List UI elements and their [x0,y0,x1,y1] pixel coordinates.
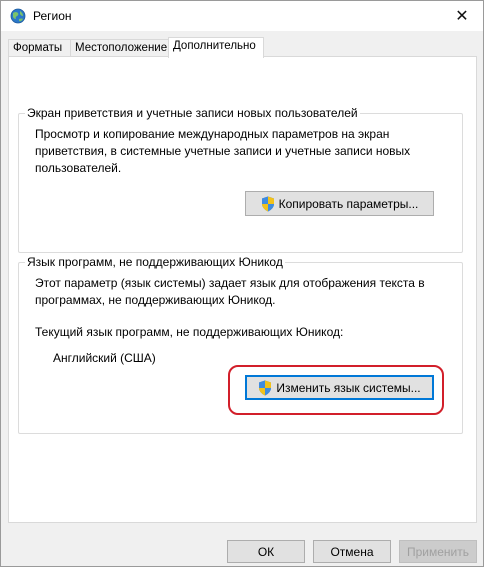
tab-panel-advanced: Экран приветствия и учетные записи новых… [8,56,477,523]
cancel-button[interactable]: Отмена [313,540,391,563]
copy-settings-button[interactable]: Копировать параметры... [245,191,434,216]
non-unicode-description: Этот параметр (язык системы) задает язык… [35,276,425,307]
non-unicode-group: Язык программ, не поддерживающих Юникод … [18,255,463,434]
tab-formats[interactable]: Форматы [8,39,72,57]
uac-shield-icon [259,380,272,395]
dialog-content: Форматы Местоположение Дополнительно Экр… [1,31,483,536]
tab-location[interactable]: Местоположение [70,39,175,57]
dialog-footer: ОК Отмена Применить [1,536,483,566]
change-system-locale-button[interactable]: Изменить язык системы... [245,375,434,400]
tab-advanced[interactable]: Дополнительно [168,37,264,58]
non-unicode-group-title: Язык программ, не поддерживающих Юникод [25,255,285,269]
current-language-value: Английский (США) [53,351,156,365]
uac-shield-icon [261,196,274,211]
welcome-group-title: Экран приветствия и учетные записи новых… [25,106,360,120]
welcome-group-description: Просмотр и копирование международных пар… [35,127,411,175]
current-language-label: Текущий язык программ, не поддерживающих… [35,325,344,339]
welcome-screen-group: Экран приветствия и учетные записи новых… [18,106,463,253]
close-button[interactable]: ✕ [441,1,483,31]
close-icon: ✕ [455,8,469,25]
ok-button[interactable]: ОК [227,540,305,563]
window-title: Регион [33,9,72,23]
region-dialog: Регион ✕ Форматы Местоположение Дополнит… [0,0,484,567]
apply-button[interactable]: Применить [399,540,477,563]
globe-icon [10,8,26,24]
title-bar: Регион ✕ [1,1,483,31]
